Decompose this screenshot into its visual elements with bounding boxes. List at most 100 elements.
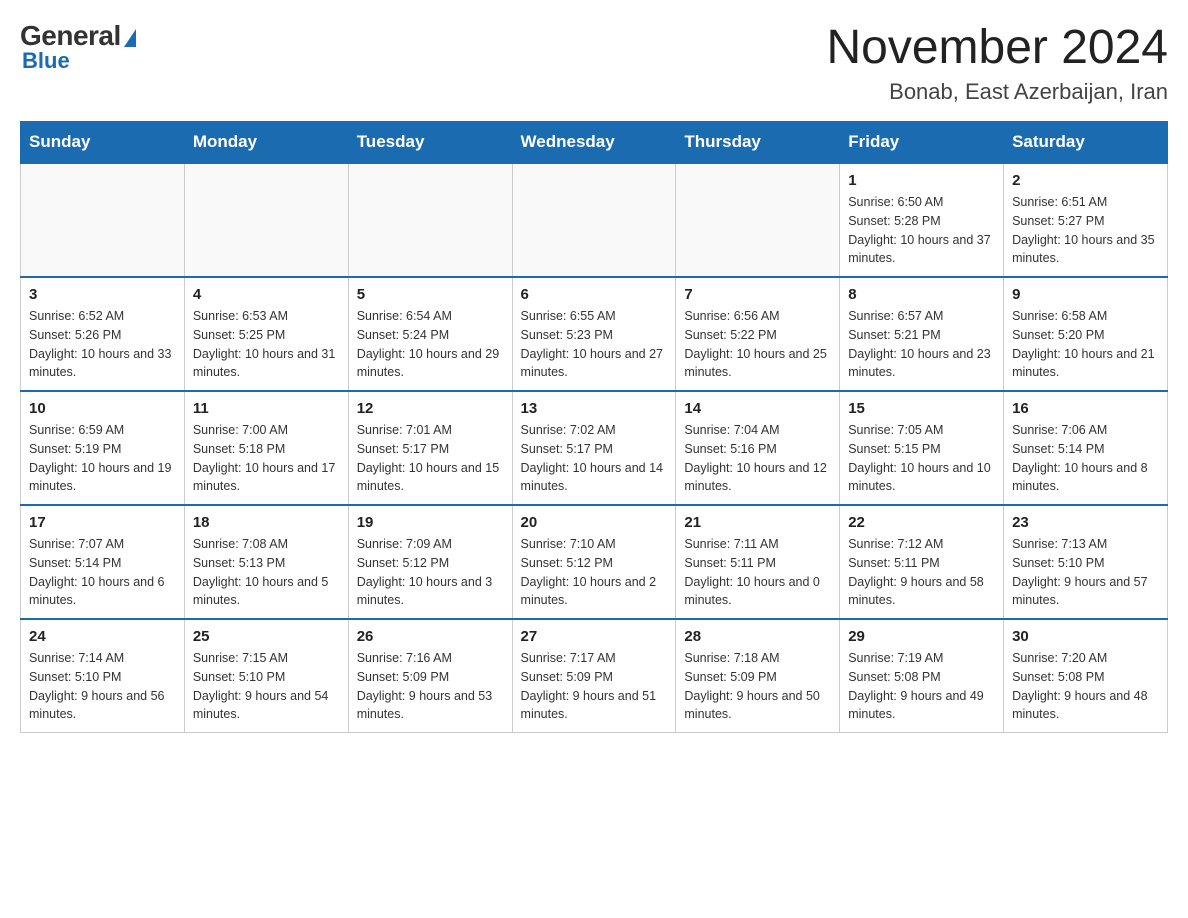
table-row: 30Sunrise: 7:20 AM Sunset: 5:08 PM Dayli… [1004,619,1168,733]
week-row-1: 3 Sunrise: 6:52 AM Sunset: 5:26 PM Daylig… [21,277,1168,391]
day-number: 2 [1012,172,1159,189]
day-number: 30 [1012,628,1159,645]
table-row: 4 Sunrise: 6:53 AM Sunset: 5:25 PM Daylig… [184,277,348,391]
day-number: 5 [357,286,504,303]
table-row: 29 Sunrise: 7:19 AM Sunset: 5:08 PM Dayli… [840,619,1004,733]
day-number: 15 [848,400,995,417]
table-row [184,163,348,277]
day-info: Sunrise: 7:16 AM Sunset: 5:09 PM Dayligh… [357,649,504,724]
table-row [21,163,185,277]
day-info: Sunrise: 7:15 AM Sunset: 5:10 PM Dayligh… [193,649,340,724]
logo-triangle-icon [124,29,136,47]
header-wednesday: Wednesday [512,122,676,164]
day-number: 4 [193,286,340,303]
day-number: 11 [193,400,340,417]
day-info: Sunrise: 7:00 AM Sunset: 5:18 PM Dayligh… [193,421,340,496]
day-number: 18 [193,514,340,531]
day-info: Sunrise: 6:59 AM Sunset: 5:19 PM Dayligh… [29,421,176,496]
day-info: Sunrise: 7:19 AM Sunset: 5:08 PM Dayligh… [848,649,995,724]
day-info: Sunrise: 7:01 AM Sunset: 5:17 PM Dayligh… [357,421,504,496]
logo: General Blue [20,20,136,74]
day-number: 12 [357,400,504,417]
day-number: 13 [521,400,668,417]
day-info: Sunrise: 7:17 AM Sunset: 5:09 PM Dayligh… [521,649,668,724]
day-number: 29 [848,628,995,645]
day-number: 3 [29,286,176,303]
day-number: 22 [848,514,995,531]
table-row: 20 Sunrise: 7:10 AM Sunset: 5:12 PM Dayli… [512,505,676,619]
day-info: Sunrise: 6:54 AM Sunset: 5:24 PM Dayligh… [357,307,504,382]
header-tuesday: Tuesday [348,122,512,164]
day-info: Sunrise: 7:07 AM Sunset: 5:14 PM Dayligh… [29,535,176,610]
table-row: 11 Sunrise: 7:00 AM Sunset: 5:18 PM Dayli… [184,391,348,505]
day-info: Sunrise: 6:51 AM Sunset: 5:27 PM Dayligh… [1012,193,1159,268]
day-number: 9 [1012,286,1159,303]
day-number: 10 [29,400,176,417]
calendar-table: SundayMondayTuesdayWednesdayThursdayFrid… [20,121,1168,733]
table-row: 15 Sunrise: 7:05 AM Sunset: 5:15 PM Dayli… [840,391,1004,505]
week-row-2: 10 Sunrise: 6:59 AM Sunset: 5:19 PM Dayli… [21,391,1168,505]
header-saturday: Saturday [1004,122,1168,164]
day-info: Sunrise: 7:10 AM Sunset: 5:12 PM Dayligh… [521,535,668,610]
table-row: 2 Sunrise: 6:51 AM Sunset: 5:27 PM Daylig… [1004,163,1168,277]
location-title: Bonab, East Azerbaijan, Iran [826,79,1168,105]
day-number: 28 [684,628,831,645]
day-info: Sunrise: 7:13 AM Sunset: 5:10 PM Dayligh… [1012,535,1159,610]
table-row: 24 Sunrise: 7:14 AM Sunset: 5:10 PM Dayli… [21,619,185,733]
day-info: Sunrise: 7:12 AM Sunset: 5:11 PM Dayligh… [848,535,995,610]
day-number: 17 [29,514,176,531]
table-row [348,163,512,277]
table-row [512,163,676,277]
table-row: 18 Sunrise: 7:08 AM Sunset: 5:13 PM Dayli… [184,505,348,619]
table-row: 14Sunrise: 7:04 AM Sunset: 5:16 PM Dayli… [676,391,840,505]
day-number: 6 [521,286,668,303]
table-row: 12 Sunrise: 7:01 AM Sunset: 5:17 PM Dayli… [348,391,512,505]
day-number: 23 [1012,514,1159,531]
day-info: Sunrise: 7:08 AM Sunset: 5:13 PM Dayligh… [193,535,340,610]
day-number: 7 [684,286,831,303]
day-info: Sunrise: 6:53 AM Sunset: 5:25 PM Dayligh… [193,307,340,382]
day-number: 1 [848,172,995,189]
day-info: Sunrise: 7:02 AM Sunset: 5:17 PM Dayligh… [521,421,668,496]
day-info: Sunrise: 7:05 AM Sunset: 5:15 PM Dayligh… [848,421,995,496]
day-info: Sunrise: 7:18 AM Sunset: 5:09 PM Dayligh… [684,649,831,724]
header-friday: Friday [840,122,1004,164]
week-row-4: 24 Sunrise: 7:14 AM Sunset: 5:10 PM Dayli… [21,619,1168,733]
table-row: 17 Sunrise: 7:07 AM Sunset: 5:14 PM Dayli… [21,505,185,619]
table-row: 13 Sunrise: 7:02 AM Sunset: 5:17 PM Dayli… [512,391,676,505]
week-row-0: 1Sunrise: 6:50 AM Sunset: 5:28 PM Daylig… [21,163,1168,277]
day-info: Sunrise: 6:56 AM Sunset: 5:22 PM Dayligh… [684,307,831,382]
table-row: 25 Sunrise: 7:15 AM Sunset: 5:10 PM Dayli… [184,619,348,733]
table-row [676,163,840,277]
table-row: 6Sunrise: 6:55 AM Sunset: 5:23 PM Daylig… [512,277,676,391]
logo-blue-text: Blue [22,48,70,74]
table-row: 5 Sunrise: 6:54 AM Sunset: 5:24 PM Daylig… [348,277,512,391]
table-row: 19Sunrise: 7:09 AM Sunset: 5:12 PM Dayli… [348,505,512,619]
table-row: 7 Sunrise: 6:56 AM Sunset: 5:22 PM Daylig… [676,277,840,391]
header: General Blue November 2024 Bonab, East A… [20,20,1168,105]
table-row: 9 Sunrise: 6:58 AM Sunset: 5:20 PM Daylig… [1004,277,1168,391]
day-number: 25 [193,628,340,645]
table-row: 26Sunrise: 7:16 AM Sunset: 5:09 PM Dayli… [348,619,512,733]
title-area: November 2024 Bonab, East Azerbaijan, Ir… [826,20,1168,105]
day-number: 16 [1012,400,1159,417]
table-row: 8Sunrise: 6:57 AM Sunset: 5:21 PM Daylig… [840,277,1004,391]
day-info: Sunrise: 7:14 AM Sunset: 5:10 PM Dayligh… [29,649,176,724]
day-number: 20 [521,514,668,531]
table-row: 21Sunrise: 7:11 AM Sunset: 5:11 PM Dayli… [676,505,840,619]
header-monday: Monday [184,122,348,164]
day-number: 27 [521,628,668,645]
day-number: 19 [357,514,504,531]
table-row: 3 Sunrise: 6:52 AM Sunset: 5:26 PM Daylig… [21,277,185,391]
table-row: 1Sunrise: 6:50 AM Sunset: 5:28 PM Daylig… [840,163,1004,277]
header-sunday: Sunday [21,122,185,164]
day-info: Sunrise: 6:52 AM Sunset: 5:26 PM Dayligh… [29,307,176,382]
table-row: 16Sunrise: 7:06 AM Sunset: 5:14 PM Dayli… [1004,391,1168,505]
day-info: Sunrise: 6:57 AM Sunset: 5:21 PM Dayligh… [848,307,995,382]
table-row: 28 Sunrise: 7:18 AM Sunset: 5:09 PM Dayli… [676,619,840,733]
day-info: Sunrise: 6:58 AM Sunset: 5:20 PM Dayligh… [1012,307,1159,382]
table-row: 27 Sunrise: 7:17 AM Sunset: 5:09 PM Dayli… [512,619,676,733]
week-row-3: 17 Sunrise: 7:07 AM Sunset: 5:14 PM Dayli… [21,505,1168,619]
day-number: 24 [29,628,176,645]
month-title: November 2024 [826,20,1168,75]
